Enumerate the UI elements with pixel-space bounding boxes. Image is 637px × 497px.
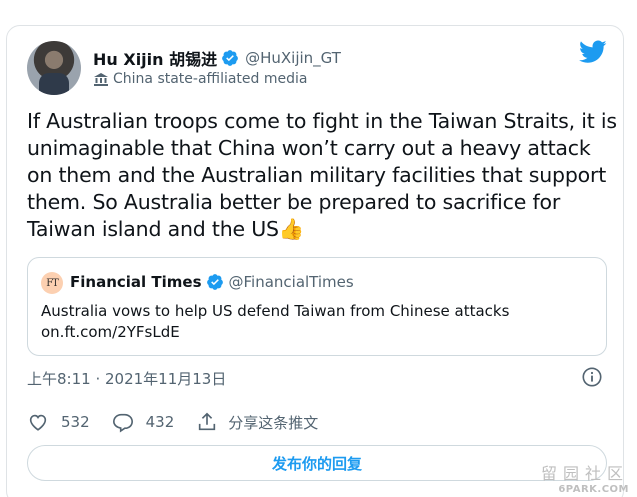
quoted-body: Australia vows to help US defend Taiwan … (41, 301, 509, 343)
post-reply-button[interactable]: 发布你的回复 (27, 445, 607, 481)
state-media-icon (94, 73, 108, 86)
like-count: 532 (61, 413, 90, 431)
like-button[interactable]: 532 (27, 411, 90, 433)
reply-icon (112, 413, 133, 433)
quoted-display-name: Financial Times (70, 273, 202, 291)
quoted-tweet[interactable]: FT Financial Times @FinancialTimes Austr… (27, 257, 607, 356)
author-display-name[interactable]: Hu Xijin 胡锡进 (93, 46, 217, 70)
reply-count: 432 (145, 413, 175, 431)
watermark: 留园社区 6PARK.COM (541, 460, 629, 495)
author-row: Hu Xijin 胡锡进 @HuXijin_GT (93, 46, 341, 70)
watermark-title: 留园社区 (540, 464, 629, 483)
author-handle[interactable]: @HuXijin_GT (245, 49, 341, 67)
affiliation-label: China state-affiliated media (93, 71, 307, 87)
tweet-card: Hu Xijin 胡锡进 @HuXijin_GT China state-aff… (6, 25, 624, 497)
quoted-author-row: Financial Times @FinancialTimes (70, 273, 354, 291)
tweet-timestamp[interactable]: 上午8:11 · 2021年11月13日 (27, 368, 226, 389)
verified-icon (222, 50, 238, 66)
quoted-handle: @FinancialTimes (228, 273, 354, 291)
share-button[interactable]: 分享这条推文 (196, 411, 318, 433)
quoted-link[interactable]: on.ft.com/2YFsLdE (41, 322, 509, 343)
watermark-site: 6PARK.COM (558, 484, 629, 495)
share-icon (199, 412, 216, 431)
verified-icon (206, 274, 223, 290)
action-bar: 532 432 分享这条推文 (27, 411, 340, 433)
info-icon[interactable] (581, 366, 603, 388)
tweet-text: If Australian troops come to fight in th… (27, 109, 617, 241)
twitter-bird-icon[interactable] (579, 40, 607, 64)
avatar[interactable] (27, 41, 81, 95)
ft-logo-icon: FT (41, 272, 63, 294)
heart-icon (29, 414, 47, 431)
reply-action-button[interactable]: 432 (112, 411, 175, 433)
quoted-text: Australia vows to help US defend Taiwan … (41, 302, 510, 320)
affiliation-text: China state-affiliated media (113, 71, 308, 87)
share-label: 分享这条推文 (228, 413, 319, 432)
